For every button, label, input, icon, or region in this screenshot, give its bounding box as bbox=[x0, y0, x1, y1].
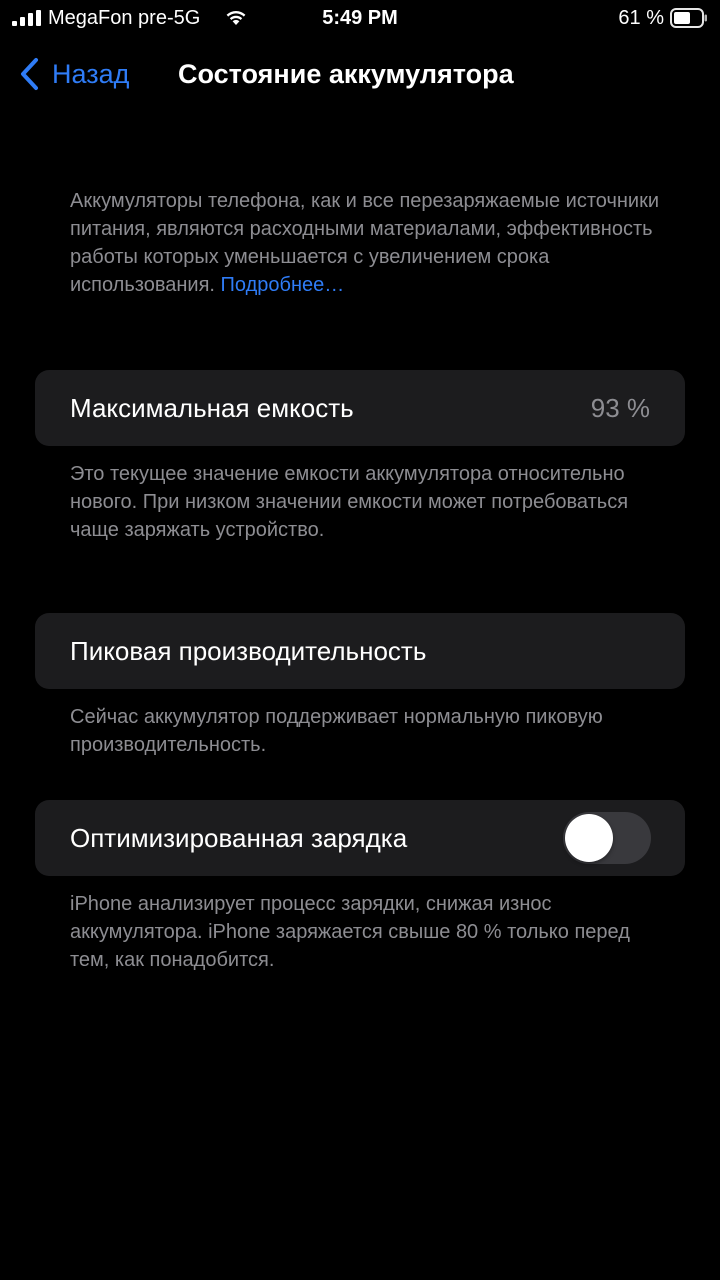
peak-performance-footer: Сейчас аккумулятор поддерживает нормальн… bbox=[70, 706, 603, 756]
status-bar: MegaFon pre-5G 5:49 PM 61 % bbox=[0, 0, 720, 36]
battery-percent: 61 % bbox=[618, 7, 664, 29]
toggle-knob bbox=[565, 814, 613, 862]
max-capacity-label: Максимальная емкость bbox=[70, 393, 354, 423]
optimized-charging-label: Оптимизированная зарядка bbox=[70, 823, 408, 853]
back-button[interactable]: Назад bbox=[18, 54, 129, 94]
peak-performance-cell: Пиковая производительность bbox=[35, 613, 685, 689]
optimized-charging-toggle[interactable] bbox=[563, 812, 651, 864]
max-capacity-cell: Максимальная емкость 93 % bbox=[35, 370, 685, 446]
optimized-charging-footer: iPhone анализирует процесс зарядки, сниж… bbox=[70, 893, 630, 971]
chevron-left-icon bbox=[21, 58, 38, 90]
battery-icon bbox=[670, 8, 707, 28]
intro-text: Аккумуляторы телефона, как и все перезар… bbox=[70, 190, 660, 296]
back-label: Назад bbox=[52, 58, 130, 89]
max-capacity-footer: Это текущее значение емкости аккумулятор… bbox=[70, 463, 629, 541]
page-title: Состояние аккумулятора bbox=[178, 59, 514, 89]
max-capacity-value: 93 % bbox=[590, 393, 650, 423]
intro-text-block: Аккумуляторы телефона, как и все перезар… bbox=[70, 187, 670, 299]
clock: 5:49 PM bbox=[322, 7, 398, 29]
learn-more-link[interactable]: Подробнее… bbox=[221, 274, 345, 296]
optimized-charging-cell: Оптимизированная зарядка bbox=[35, 800, 685, 876]
peak-performance-label: Пиковая производительность bbox=[70, 636, 427, 666]
